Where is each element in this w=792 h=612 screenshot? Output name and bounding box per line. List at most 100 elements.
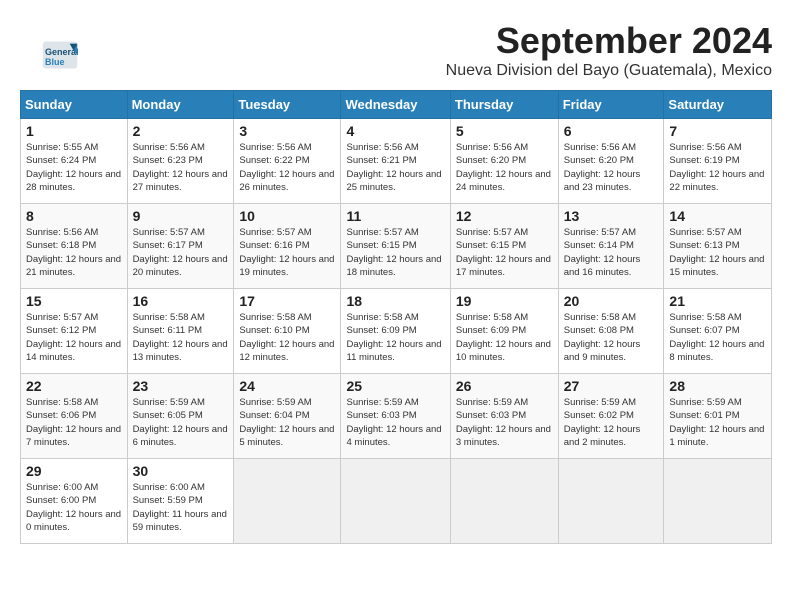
calendar-day-cell: 20 Sunrise: 5:58 AMSunset: 6:08 PMDayligh… xyxy=(558,289,664,374)
calendar-week-row: 29Sunrise: 6:00 AMSunset: 6:00 PMDayligh… xyxy=(21,459,772,544)
day-info: Sunrise: 5:56 AMSunset: 6:21 PMDaylight:… xyxy=(346,141,444,194)
day-number: 30 xyxy=(133,463,229,479)
day-info: Sunrise: 5:58 AMSunset: 6:06 PMDaylight:… xyxy=(26,396,122,449)
calendar-day-cell: 7 Sunrise: 5:56 AMSunset: 6:19 PMDaylight… xyxy=(664,119,772,204)
calendar-week-row: 22 Sunrise: 5:58 AMSunset: 6:06 PMDayligh… xyxy=(21,374,772,459)
day-number: 6 xyxy=(564,123,659,139)
calendar-day-cell: 4Sunrise: 5:56 AMSunset: 6:21 PMDaylight… xyxy=(341,119,450,204)
calendar-day-cell: 24 Sunrise: 5:59 AMSunset: 6:04 PMDayligh… xyxy=(234,374,341,459)
calendar-day-cell: 23 Sunrise: 5:59 AMSunset: 6:05 PMDayligh… xyxy=(127,374,234,459)
day-number: 24 xyxy=(239,378,335,394)
calendar-week-row: 15 Sunrise: 5:57 AMSunset: 6:12 PMDayligh… xyxy=(21,289,772,374)
calendar-day-cell: 18 Sunrise: 5:58 AMSunset: 6:09 PMDayligh… xyxy=(341,289,450,374)
svg-text:Blue: Blue xyxy=(45,57,65,67)
location-subtitle: Nueva Division del Bayo (Guatemala), Mex… xyxy=(20,62,772,80)
col-thursday: Thursday xyxy=(450,91,558,119)
calendar-day-cell xyxy=(558,459,664,544)
day-info: Sunrise: 5:57 AMSunset: 6:14 PMDaylight:… xyxy=(564,226,659,279)
day-number: 13 xyxy=(564,208,659,224)
day-info: Sunrise: 5:59 AMSunset: 6:04 PMDaylight:… xyxy=(239,396,335,449)
calendar-day-cell xyxy=(664,459,772,544)
calendar-day-cell: 15 Sunrise: 5:57 AMSunset: 6:12 PMDayligh… xyxy=(21,289,128,374)
day-info: Sunrise: 5:56 AMSunset: 6:18 PMDaylight:… xyxy=(26,226,122,279)
day-info: Sunrise: 5:59 AMSunset: 6:03 PMDaylight:… xyxy=(456,396,553,449)
month-year-title: September 2024 xyxy=(20,20,772,62)
calendar-day-cell xyxy=(450,459,558,544)
day-info: Sunrise: 5:56 AMSunset: 6:23 PMDaylight:… xyxy=(133,141,229,194)
col-tuesday: Tuesday xyxy=(234,91,341,119)
header-section: September 2024 Nueva Division del Bayo (… xyxy=(20,20,772,80)
day-info: Sunrise: 5:56 AMSunset: 6:20 PMDaylight:… xyxy=(456,141,553,194)
calendar-day-cell: 6 Sunrise: 5:56 AMSunset: 6:20 PMDaylight… xyxy=(558,119,664,204)
day-number: 14 xyxy=(669,208,766,224)
day-info: Sunrise: 5:59 AMSunset: 6:05 PMDaylight:… xyxy=(133,396,229,449)
day-number: 29 xyxy=(26,463,122,479)
day-number: 7 xyxy=(669,123,766,139)
logo-icon: General Blue xyxy=(40,40,80,70)
calendar-day-cell: 9 Sunrise: 5:57 AMSunset: 6:17 PMDaylight… xyxy=(127,204,234,289)
calendar-day-cell: 2 Sunrise: 5:56 AMSunset: 6:23 PMDaylight… xyxy=(127,119,234,204)
day-info: Sunrise: 5:58 AMSunset: 6:08 PMDaylight:… xyxy=(564,311,659,364)
day-number: 8 xyxy=(26,208,122,224)
day-info: Sunrise: 5:58 AMSunset: 6:09 PMDaylight:… xyxy=(456,311,553,364)
day-number: 15 xyxy=(26,293,122,309)
day-number: 10 xyxy=(239,208,335,224)
day-number: 22 xyxy=(26,378,122,394)
day-info: Sunrise: 5:59 AMSunset: 6:03 PMDaylight:… xyxy=(346,396,444,449)
day-number: 18 xyxy=(346,293,444,309)
calendar-day-cell: 5 Sunrise: 5:56 AMSunset: 6:20 PMDaylight… xyxy=(450,119,558,204)
calendar-day-cell: 1Sunrise: 5:55 AMSunset: 6:24 PMDaylight… xyxy=(21,119,128,204)
day-number: 9 xyxy=(133,208,229,224)
col-saturday: Saturday xyxy=(664,91,772,119)
day-info: Sunrise: 5:58 AMSunset: 6:10 PMDaylight:… xyxy=(239,311,335,364)
day-number: 26 xyxy=(456,378,553,394)
calendar-day-cell: 17 Sunrise: 5:58 AMSunset: 6:10 PMDayligh… xyxy=(234,289,341,374)
day-number: 21 xyxy=(669,293,766,309)
logo: General Blue xyxy=(40,40,80,70)
calendar-day-cell: 14 Sunrise: 5:57 AMSunset: 6:13 PMDayligh… xyxy=(664,204,772,289)
day-info: Sunrise: 5:57 AMSunset: 6:17 PMDaylight:… xyxy=(133,226,229,279)
day-info: Sunrise: 5:57 AMSunset: 6:15 PMDaylight:… xyxy=(456,226,553,279)
day-info: Sunrise: 5:58 AMSunset: 6:09 PMDaylight:… xyxy=(346,311,444,364)
calendar-table: Sunday Monday Tuesday Wednesday Thursday… xyxy=(20,90,772,544)
day-number: 23 xyxy=(133,378,229,394)
calendar-day-cell xyxy=(234,459,341,544)
day-info: Sunrise: 5:58 AMSunset: 6:11 PMDaylight:… xyxy=(133,311,229,364)
calendar-day-cell xyxy=(341,459,450,544)
day-number: 2 xyxy=(133,123,229,139)
day-number: 1 xyxy=(26,123,122,139)
calendar-week-row: 8 Sunrise: 5:56 AMSunset: 6:18 PMDaylight… xyxy=(21,204,772,289)
calendar-header-row: Sunday Monday Tuesday Wednesday Thursday… xyxy=(21,91,772,119)
col-wednesday: Wednesday xyxy=(341,91,450,119)
day-info: Sunrise: 6:00 AMSunset: 5:59 PMDaylight:… xyxy=(133,481,229,534)
day-number: 3 xyxy=(239,123,335,139)
day-info: Sunrise: 5:56 AMSunset: 6:19 PMDaylight:… xyxy=(669,141,766,194)
calendar-day-cell: 10Sunrise: 5:57 AMSunset: 6:16 PMDayligh… xyxy=(234,204,341,289)
calendar-day-cell: 11Sunrise: 5:57 AMSunset: 6:15 PMDayligh… xyxy=(341,204,450,289)
day-info: Sunrise: 5:57 AMSunset: 6:12 PMDaylight:… xyxy=(26,311,122,364)
col-sunday: Sunday xyxy=(21,91,128,119)
day-info: Sunrise: 5:56 AMSunset: 6:22 PMDaylight:… xyxy=(239,141,335,194)
calendar-day-cell: 26 Sunrise: 5:59 AMSunset: 6:03 PMDayligh… xyxy=(450,374,558,459)
calendar-day-cell: 3 Sunrise: 5:56 AMSunset: 6:22 PMDaylight… xyxy=(234,119,341,204)
calendar-day-cell: 12 Sunrise: 5:57 AMSunset: 6:15 PMDayligh… xyxy=(450,204,558,289)
day-number: 16 xyxy=(133,293,229,309)
day-number: 17 xyxy=(239,293,335,309)
day-info: Sunrise: 5:57 AMSunset: 6:13 PMDaylight:… xyxy=(669,226,766,279)
day-number: 12 xyxy=(456,208,553,224)
day-info: Sunrise: 5:56 AMSunset: 6:20 PMDaylight:… xyxy=(564,141,659,194)
day-number: 20 xyxy=(564,293,659,309)
calendar-day-cell: 28Sunrise: 5:59 AMSunset: 6:01 PMDayligh… xyxy=(664,374,772,459)
calendar-day-cell: 19 Sunrise: 5:58 AMSunset: 6:09 PMDayligh… xyxy=(450,289,558,374)
day-number: 27 xyxy=(564,378,659,394)
col-friday: Friday xyxy=(558,91,664,119)
day-number: 19 xyxy=(456,293,553,309)
calendar-week-row: 1Sunrise: 5:55 AMSunset: 6:24 PMDaylight… xyxy=(21,119,772,204)
calendar-day-cell: 8 Sunrise: 5:56 AMSunset: 6:18 PMDaylight… xyxy=(21,204,128,289)
day-number: 11 xyxy=(346,208,444,224)
calendar-day-cell: 27Sunrise: 5:59 AMSunset: 6:02 PMDayligh… xyxy=(558,374,664,459)
day-info: Sunrise: 5:58 AMSunset: 6:07 PMDaylight:… xyxy=(669,311,766,364)
day-number: 5 xyxy=(456,123,553,139)
calendar-day-cell: 16 Sunrise: 5:58 AMSunset: 6:11 PMDayligh… xyxy=(127,289,234,374)
col-monday: Monday xyxy=(127,91,234,119)
